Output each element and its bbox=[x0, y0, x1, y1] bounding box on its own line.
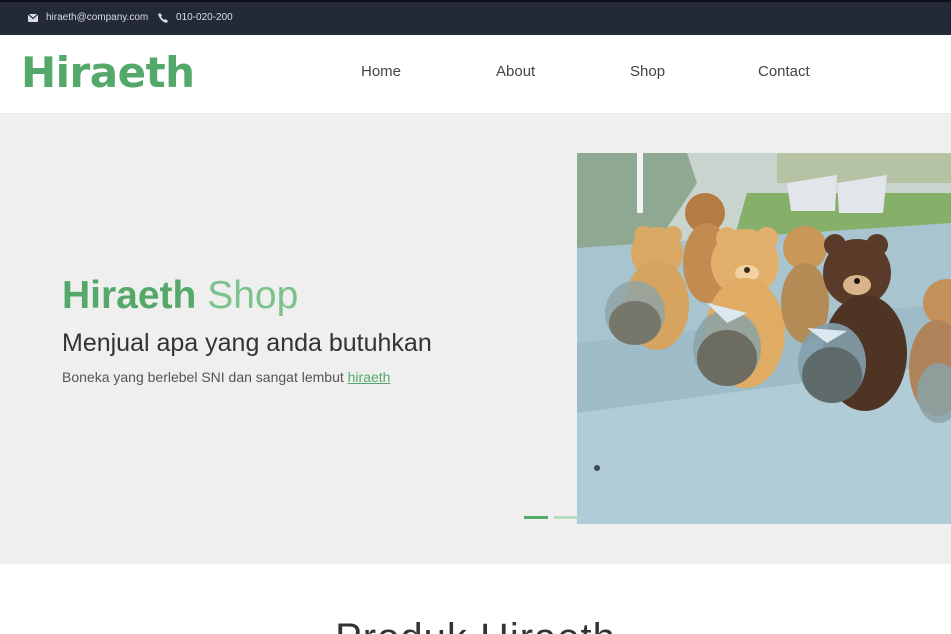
envelope-icon bbox=[28, 13, 38, 22]
hero-link[interactable]: hiraeth bbox=[348, 369, 391, 385]
teddy-bears-illustration bbox=[577, 153, 951, 524]
hero-description-text: Boneka yang berlebel SNI dan sangat lemb… bbox=[62, 369, 344, 385]
brand-logo[interactable]: Hiraeth bbox=[21, 48, 195, 97]
top-contact-bar: hiraeth@company.com 010-020-200 bbox=[0, 0, 951, 35]
hero-carousel: Hiraeth Shop Menjual apa yang anda butuh… bbox=[0, 114, 951, 564]
nav-contact[interactable]: Contact bbox=[758, 63, 810, 80]
carousel-indicator-1[interactable] bbox=[524, 516, 548, 519]
hero-teddy-bears-photo bbox=[577, 153, 951, 524]
section-title: Produk Hiraeth bbox=[0, 616, 951, 634]
hero-title: Hiraeth Shop bbox=[62, 274, 298, 318]
email-contact[interactable]: hiraeth@company.com bbox=[28, 12, 148, 23]
hero-description: Boneka yang berlebel SNI dan sangat lemb… bbox=[62, 369, 390, 385]
phone-contact[interactable]: 010-020-200 bbox=[158, 12, 233, 23]
hero-subtitle: Menjual apa yang anda butuhkan bbox=[62, 329, 432, 357]
carousel-indicators bbox=[524, 516, 578, 519]
email-text: hiraeth@company.com bbox=[46, 12, 149, 23]
main-navbar: Hiraeth Home About Shop Contact bbox=[0, 35, 951, 114]
nav-home[interactable]: Home bbox=[361, 63, 401, 80]
hero-title-brand: Hiraeth bbox=[62, 274, 197, 317]
carousel-indicator-2[interactable] bbox=[554, 516, 578, 519]
hero-title-shop: Shop bbox=[207, 274, 299, 317]
phone-icon bbox=[158, 12, 168, 23]
phone-text: 010-020-200 bbox=[176, 12, 233, 23]
nav-shop[interactable]: Shop bbox=[630, 63, 665, 80]
products-section: Produk Hiraeth bbox=[0, 564, 951, 634]
nav-about[interactable]: About bbox=[496, 63, 535, 80]
